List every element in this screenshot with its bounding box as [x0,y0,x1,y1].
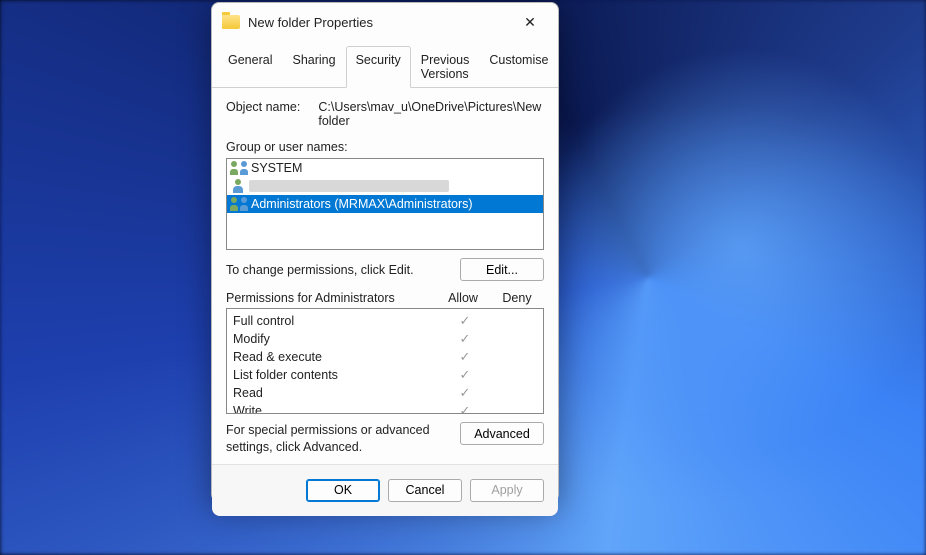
permissions-label: Permissions for Administrators [226,291,436,305]
permission-name: Read & execute [233,350,441,364]
list-item[interactable]: SYSTEM [227,159,543,177]
tab-customise[interactable]: Customise [479,46,558,88]
tab-security[interactable]: Security [346,46,411,88]
list-item-label: SYSTEM [251,161,302,175]
permission-row: Read & execute ✓ [233,348,537,366]
permission-name: List folder contents [233,368,441,382]
dialog-footer: OK Cancel Apply [212,464,558,516]
special-permissions-row: For special permissions or advanced sett… [226,422,544,456]
dialog-title: New folder Properties [248,15,512,30]
check-icon: ✓ [460,367,471,382]
ok-button[interactable]: OK [306,479,380,502]
permission-allow: ✓ [441,403,489,414]
cancel-button[interactable]: Cancel [388,479,462,502]
close-icon: ✕ [524,14,536,31]
permission-allow: ✓ [441,313,489,329]
users-icon [231,161,247,175]
permissions-header: Permissions for Administrators Allow Den… [226,291,544,305]
permission-allow: ✓ [441,349,489,365]
properties-dialog: New folder Properties ✕ General Sharing … [211,2,559,502]
object-name-label: Object name: [226,100,300,128]
group-user-names-list[interactable]: SYSTEM Administrators (MRMAX\Administrato… [226,158,544,250]
check-icon: ✓ [460,313,471,328]
permission-row: List folder contents ✓ [233,366,537,384]
close-button[interactable]: ✕ [512,8,548,36]
permission-row: Read ✓ [233,384,537,402]
user-icon [231,179,245,193]
check-icon: ✓ [460,349,471,364]
edit-button[interactable]: Edit... [460,258,544,281]
tab-previous-versions[interactable]: Previous Versions [411,46,480,88]
col-deny: Deny [490,291,544,305]
permission-row: Write ✓ [233,402,537,414]
permission-name: Modify [233,332,441,346]
permission-name: Read [233,386,441,400]
apply-button[interactable]: Apply [470,479,544,502]
list-item[interactable] [227,177,543,195]
list-item-label: Administrators (MRMAX\Administrators) [251,197,473,211]
special-permissions-text: For special permissions or advanced sett… [226,422,450,456]
permission-name: Full control [233,314,441,328]
tab-sharing[interactable]: Sharing [282,46,345,88]
group-names-label: Group or user names: [226,140,544,154]
tab-general[interactable]: General [218,46,282,88]
list-item[interactable]: Administrators (MRMAX\Administrators) [227,195,543,213]
check-icon: ✓ [460,385,471,400]
edit-hint: To change permissions, click Edit. [226,263,414,277]
advanced-button[interactable]: Advanced [460,422,544,445]
col-allow: Allow [436,291,490,305]
permission-allow: ✓ [441,367,489,383]
object-name-row: Object name: C:\Users\mav_u\OneDrive\Pic… [226,100,544,128]
titlebar: New folder Properties ✕ [212,3,558,41]
check-icon: ✓ [460,331,471,346]
edit-row: To change permissions, click Edit. Edit.… [226,258,544,281]
tab-body-security: Object name: C:\Users\mav_u\OneDrive\Pic… [212,88,558,464]
permission-row: Full control ✓ [233,312,537,330]
permission-allow: ✓ [441,385,489,401]
list-item-label [249,180,449,192]
check-icon: ✓ [460,403,471,414]
tabstrip: General Sharing Security Previous Versio… [212,45,558,88]
object-name-value: C:\Users\mav_u\OneDrive\Pictures\New fol… [318,100,544,128]
permission-name: Write [233,404,441,414]
permissions-list[interactable]: Full control✓Modify✓Read & execute✓List … [226,308,544,414]
permission-row: Modify ✓ [233,330,537,348]
users-icon [231,197,247,211]
permission-allow: ✓ [441,331,489,347]
folder-icon [222,15,240,29]
